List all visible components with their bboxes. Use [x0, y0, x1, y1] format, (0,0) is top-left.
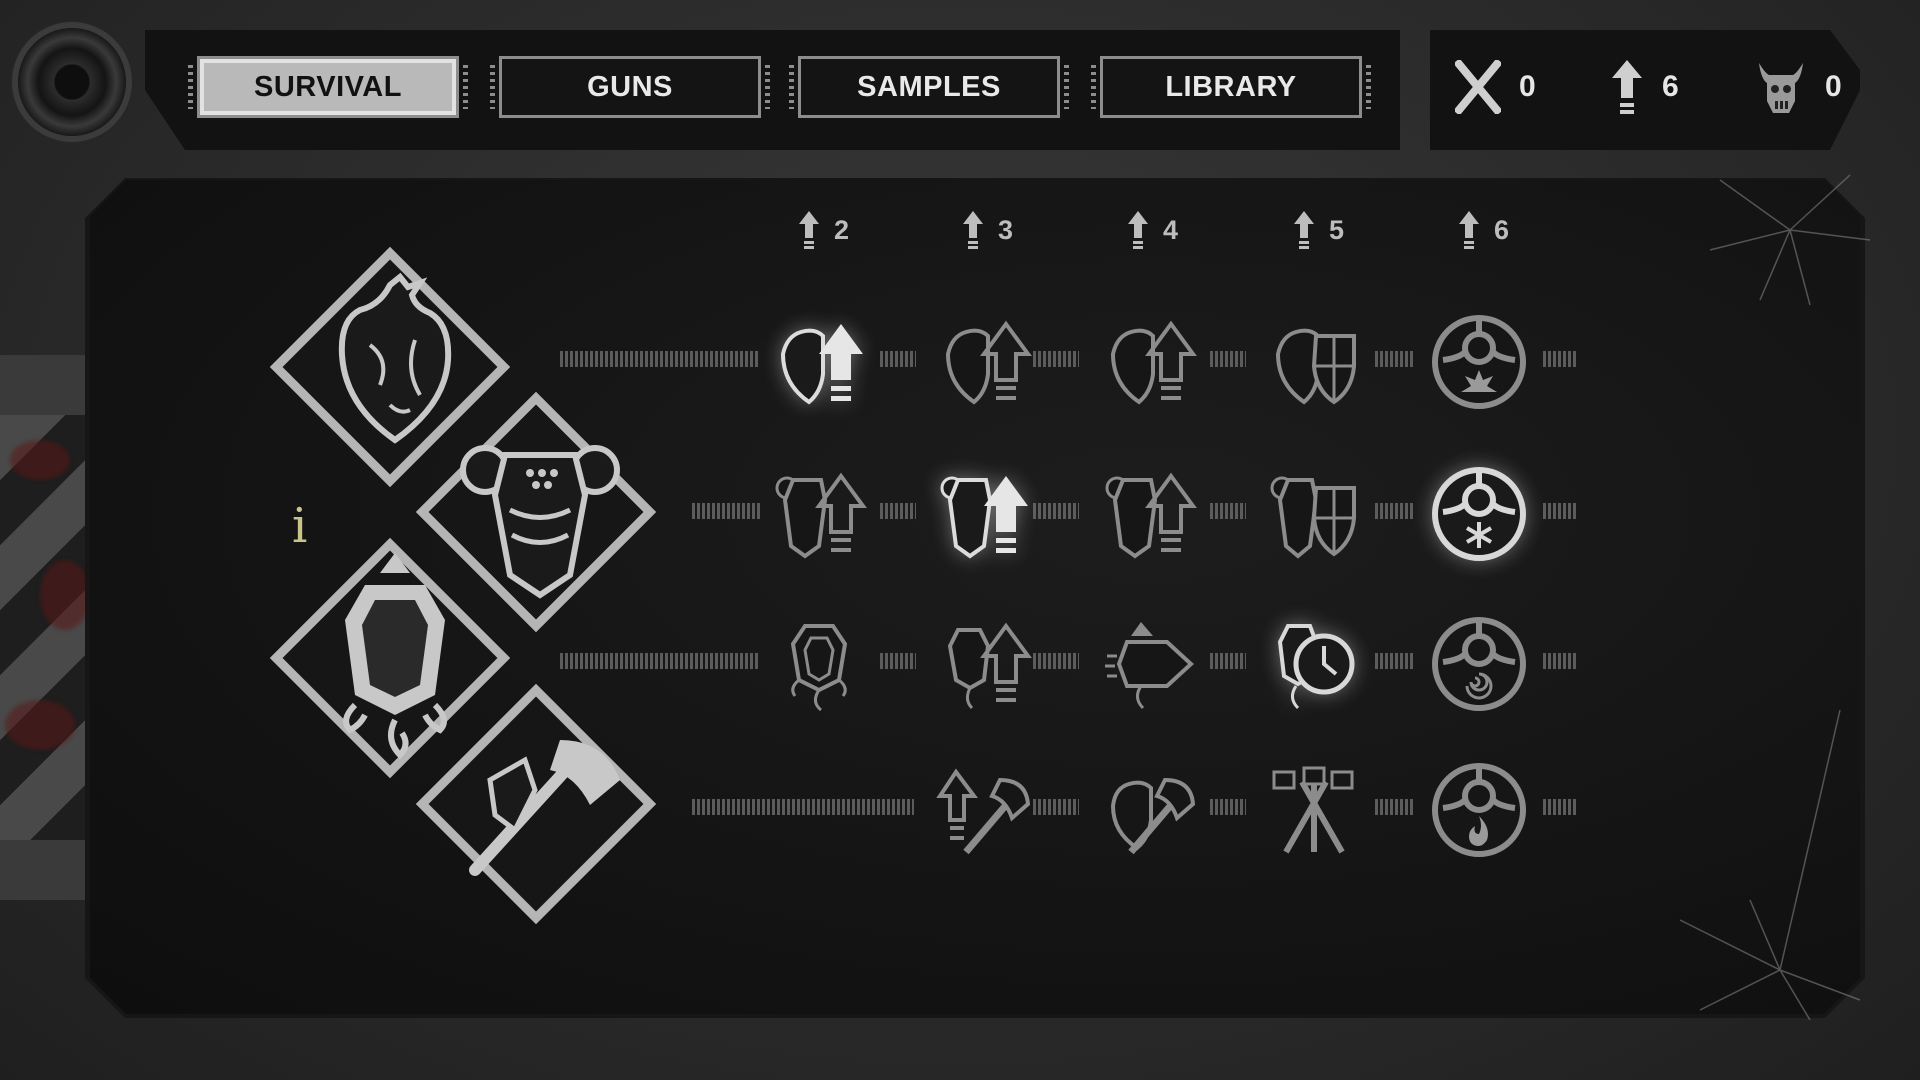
heart-shield-icon: [1275, 328, 1356, 405]
medallion-vortex-icon: [1432, 617, 1526, 711]
connector-line: [1543, 653, 1577, 669]
blood-splatter: [10, 440, 70, 480]
connector-line: [1375, 351, 1415, 367]
connector-line: [1210, 503, 1246, 519]
skill-node[interactable]: [1097, 310, 1201, 414]
triple-axe-icon: [1272, 766, 1354, 854]
blood-splatter: [40, 560, 90, 630]
crossed-x-icon: [1455, 60, 1501, 114]
medallion-frost-icon: [1432, 467, 1526, 561]
connector-line: [1210, 799, 1246, 815]
upgrade-arrow-icon: [1459, 211, 1479, 249]
connector-line: [1033, 799, 1079, 815]
skill-node[interactable]: [1262, 758, 1366, 862]
upgrade-arrow-icon: [799, 211, 819, 249]
heart-upgrade-icon: [1110, 320, 1197, 405]
connector-line: [880, 503, 916, 519]
tier-header: 3: [962, 210, 1013, 250]
skill-node[interactable]: [1097, 462, 1201, 566]
cocoon-icon: [790, 624, 848, 712]
tier-label: 2: [834, 214, 850, 245]
tier-label: 5: [1329, 214, 1345, 245]
upgrade-arrow-icon: [963, 211, 983, 249]
trophy-counter: 0: [1755, 55, 1842, 119]
tier-label: 4: [1163, 214, 1179, 245]
armor-shield-icon: [1270, 476, 1356, 559]
cocoon-upgrade-icon: [947, 622, 1032, 710]
skill-node[interactable]: [767, 612, 871, 716]
axe-upgrade-icon: [936, 768, 1031, 855]
connector-line: [1210, 653, 1246, 669]
skill-node[interactable]: [767, 310, 871, 414]
connector-line: [1375, 653, 1415, 669]
connector-line: [1543, 503, 1577, 519]
armor-upgrade-icon: [1105, 472, 1197, 559]
speaker-decoration: [18, 28, 126, 136]
heart-upgrade-icon: [780, 324, 863, 405]
connector-line: [1375, 503, 1415, 519]
connector-line: [692, 503, 760, 519]
upgrade-arrow-icon: [1294, 211, 1314, 249]
glass-crack-decoration: [1679, 709, 1861, 1020]
skill-node[interactable]: [1262, 310, 1366, 414]
connector-line: [880, 653, 916, 669]
connector-line: [560, 653, 760, 669]
cocoon-clock-icon: [1277, 624, 1355, 710]
connector-line: [880, 351, 916, 367]
connector-line: [1543, 799, 1577, 815]
trophy-value: 0: [1825, 70, 1842, 103]
skill-node[interactable]: [1097, 758, 1201, 862]
tab-guns[interactable]: GUNS: [490, 56, 770, 118]
info-icon[interactable]: i: [292, 498, 307, 554]
demon-skull-icon: [1759, 63, 1803, 113]
armor-upgrade-icon: [775, 472, 867, 559]
points-value: 0: [1519, 70, 1536, 103]
cocoon-dash-icon: [1105, 622, 1194, 710]
skill-node[interactable]: [932, 462, 1036, 566]
tier-header: 6: [1458, 210, 1509, 250]
connector-line: [1210, 351, 1246, 367]
tab-samples[interactable]: SAMPLES: [789, 56, 1069, 118]
tier-label: 3: [998, 214, 1014, 245]
glass-crack-decoration: [1709, 174, 1871, 306]
connector-line: [1033, 653, 1079, 669]
upgrade-value: 6: [1662, 70, 1679, 103]
skill-node[interactable]: [1262, 462, 1366, 566]
skill-node[interactable]: [1427, 462, 1531, 566]
blood-splatter: [5, 700, 75, 750]
upgrade-counter: 6: [1610, 55, 1679, 119]
upgrade-arrow-icon: [1128, 211, 1148, 249]
tier-header: 4: [1127, 210, 1178, 250]
tier-label: 6: [1494, 214, 1510, 245]
upgrade-arrow-icon: [1612, 60, 1642, 114]
points-counter: 0: [1455, 55, 1536, 119]
connector-line: [692, 799, 914, 815]
connector-line: [1033, 503, 1079, 519]
tab-survival[interactable]: SURVIVAL: [188, 56, 468, 118]
skill-node[interactable]: [932, 310, 1036, 414]
axe-heart-icon: [1110, 777, 1196, 855]
heart-icon: [338, 272, 452, 444]
tier-header: 2: [798, 210, 849, 250]
skill-node[interactable]: [1097, 612, 1201, 716]
skill-node[interactable]: [932, 612, 1036, 716]
skill-node[interactable]: [767, 462, 871, 566]
axe-icon: [469, 740, 620, 876]
medallion-fire-icon: [1432, 763, 1526, 857]
skill-node[interactable]: [1427, 612, 1531, 716]
connector-line: [1375, 799, 1415, 815]
medallion-explosion-icon: [1432, 315, 1526, 409]
connector-line: [1033, 351, 1079, 367]
skill-node[interactable]: [1427, 758, 1531, 862]
tab-library[interactable]: LIBRARY: [1091, 56, 1371, 118]
heart-upgrade-icon: [945, 320, 1032, 405]
connector-line: [560, 351, 760, 367]
armor-upgrade-icon: [940, 476, 1028, 559]
skill-node[interactable]: [1262, 612, 1366, 716]
skill-node[interactable]: [932, 758, 1036, 862]
tier-header: 5: [1293, 210, 1344, 250]
connector-line: [1543, 351, 1577, 367]
skill-node[interactable]: [1427, 310, 1531, 414]
